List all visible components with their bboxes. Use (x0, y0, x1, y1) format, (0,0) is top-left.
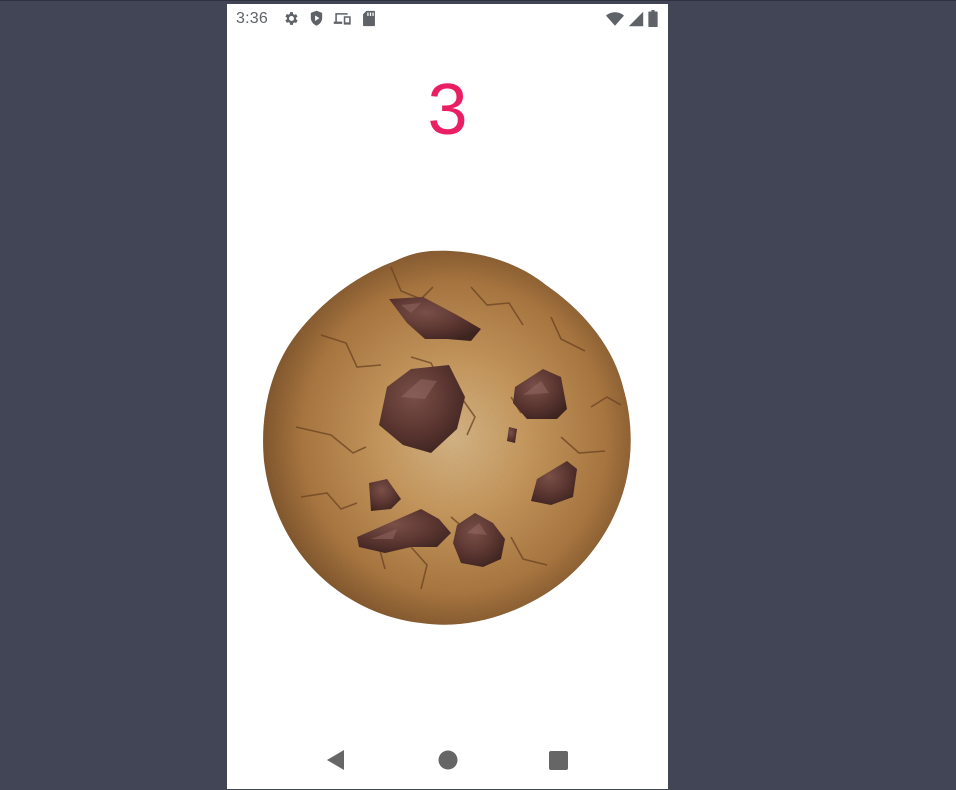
back-button[interactable] (319, 743, 353, 777)
wifi-icon (606, 11, 624, 27)
cookie-button[interactable] (261, 247, 635, 627)
recents-button[interactable] (541, 743, 575, 777)
cookie-icon (263, 250, 631, 625)
home-button[interactable] (431, 743, 465, 777)
click-counter: 3 (427, 70, 468, 150)
battery-icon (648, 10, 658, 27)
notification-icons (283, 10, 376, 27)
cellular-signal-icon (628, 11, 644, 27)
back-icon (327, 750, 344, 770)
settings-icon (283, 10, 300, 27)
status-time: 3:36 (236, 10, 268, 27)
system-icons (606, 10, 658, 27)
emulator-background: 3:36 3 (0, 0, 956, 790)
recents-icon (548, 750, 568, 770)
play-protect-icon (309, 10, 324, 27)
sd-card-icon (362, 10, 376, 27)
status-bar: 3:36 (227, 4, 668, 34)
home-icon (438, 750, 458, 770)
devices-icon (333, 10, 353, 27)
phone-screen: 3:36 3 (227, 4, 668, 789)
navigation-bar (227, 729, 668, 789)
